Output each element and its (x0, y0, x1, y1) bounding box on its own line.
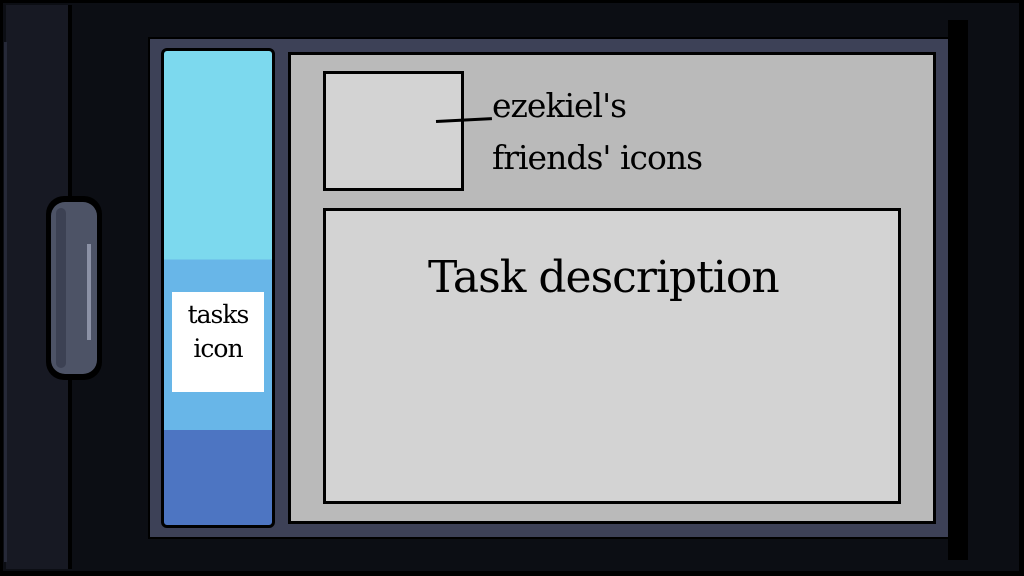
friends-icons-annotation: ezekiel's friends' icons (492, 86, 703, 177)
tasks-sidebar[interactable] (161, 48, 275, 528)
right-frame-bar (948, 20, 968, 560)
device-handle-highlight (87, 244, 91, 340)
friends-icons-box[interactable] (323, 71, 464, 191)
device-handle-shade (56, 208, 66, 368)
tasks-icon-label: tasks icon (187, 300, 250, 363)
task-description-label: Task description (428, 252, 780, 303)
left-edge-stripe (4, 42, 7, 562)
